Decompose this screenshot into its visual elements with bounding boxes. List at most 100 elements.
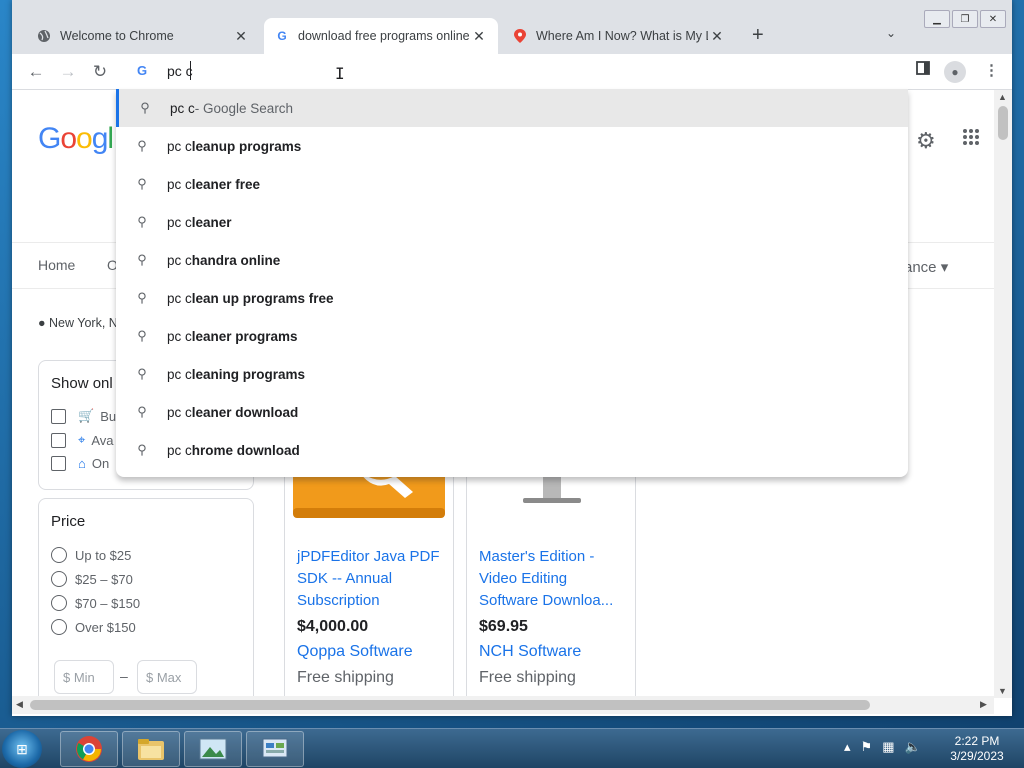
radio-button[interactable] (51, 595, 67, 611)
menu-kebab-icon[interactable]: ⋮ (984, 61, 999, 79)
search-icon: ⚲ (140, 100, 150, 115)
scroll-up-arrow-icon[interactable]: ▲ (998, 92, 1007, 102)
suggestion-typed: pc c (167, 214, 192, 230)
radio-button[interactable] (51, 619, 67, 635)
product-card[interactable]: Master's Edition - Video Editing Softwar… (466, 462, 636, 696)
close-window-button[interactable]: ✕ (980, 10, 1006, 28)
price-option[interactable]: Up to $25 (51, 547, 131, 563)
tab-title: Where Am I Now? What is My Lo (536, 29, 708, 43)
suggestion-item[interactable]: ⚲ pc c hrome download (116, 431, 908, 469)
nav-home-link[interactable]: Home (38, 257, 75, 273)
filter-available[interactable]: ⌖ Ava (51, 432, 114, 448)
start-button[interactable]: ⊞ (2, 730, 42, 768)
suggestion-item[interactable]: ⚲ pc c lean up programs free (116, 279, 908, 317)
tab-welcome[interactable]: Welcome to Chrome ✕ (26, 18, 260, 54)
price-option[interactable]: $70 – $150 (51, 595, 140, 611)
suggestion-item[interactable]: ⚲ pc c leaner programs (116, 317, 908, 355)
checkbox[interactable] (51, 456, 66, 471)
text-caret (190, 61, 191, 80)
suggestion-item[interactable]: ⚲ pc c leaner download (116, 393, 908, 431)
restore-button[interactable]: ❐ (952, 10, 978, 28)
radio-button[interactable] (51, 547, 67, 563)
panel-title: Show onl (51, 375, 113, 392)
price-option[interactable]: $25 – $70 (51, 571, 133, 587)
filter-label: Ava (91, 432, 114, 448)
suggestion-item[interactable]: ⚲ pc c leanup programs (116, 127, 908, 165)
omnibox[interactable]: G pc c (116, 54, 908, 90)
action-center-icon[interactable]: ⚑ (861, 739, 873, 755)
suggestion-typed: pc c (167, 404, 192, 420)
nav-dropdown-partial[interactable]: ance ▾ (904, 258, 948, 276)
suggestion-item[interactable]: ⚲ pc c leaner free (116, 165, 908, 203)
scroll-down-arrow-icon[interactable]: ▼ (998, 686, 1007, 696)
checkbox[interactable] (51, 432, 66, 448)
price-min-input[interactable]: $ Min (54, 660, 114, 694)
checkbox[interactable] (51, 408, 66, 424)
close-icon[interactable]: ✕ (708, 28, 726, 45)
window-controls: ▁ ❐ ✕ (924, 10, 1006, 28)
taskbar-clock[interactable]: 2:22 PM 3/29/2023 (946, 734, 1008, 764)
clock-date: 3/29/2023 (950, 749, 1004, 763)
taskbar-file-explorer[interactable] (122, 731, 180, 767)
product-seller-link[interactable]: Qoppa Software (297, 643, 413, 661)
suggestion-completion: leanup programs (191, 138, 302, 154)
price-max-input[interactable]: $ Max (137, 660, 197, 694)
suggestion-item[interactable]: ⚲ pc c leaning programs (116, 355, 908, 393)
gear-icon[interactable]: ⚙ (916, 128, 936, 154)
scrollbar-thumb[interactable] (998, 106, 1008, 140)
profile-avatar-icon[interactable]: ● (944, 61, 966, 83)
product-seller-link[interactable]: NCH Software (479, 643, 581, 661)
ibeam-cursor-icon: I (335, 64, 345, 83)
filter-on-sale[interactable]: ⌂ On (51, 456, 109, 471)
suggestion-typed: pc c (167, 442, 192, 458)
search-icon: ⚲ (137, 404, 147, 419)
location-text[interactable]: ● New York, N (38, 316, 118, 330)
panel-title: Price (51, 513, 86, 530)
scroll-right-arrow-icon[interactable]: ▶ (980, 699, 987, 710)
network-icon[interactable]: ▦ (882, 739, 894, 755)
search-icon: ⚲ (137, 176, 147, 191)
tab-where-am-i[interactable]: Where Am I Now? What is My Lo ✕ (502, 18, 736, 54)
tab-strip: Welcome to Chrome ✕ G download free prog… (12, 0, 1012, 54)
omnibox-input[interactable]: pc c (167, 63, 193, 79)
suggestion-typed: pc c (167, 176, 192, 192)
horizontal-scrollbar[interactable]: ◀ ▶ (12, 696, 994, 714)
volume-icon[interactable]: 🔈 (904, 739, 920, 755)
apps-grid-icon[interactable] (962, 128, 980, 152)
suggestion-item[interactable]: ⚲ pc c leaner (116, 203, 908, 241)
taskbar-control-panel[interactable] (246, 731, 304, 767)
radio-button[interactable] (51, 571, 67, 587)
reload-button[interactable]: ↻ (88, 60, 112, 84)
minimize-button[interactable]: ▁ (924, 10, 950, 28)
suggestion-typed: pc c (167, 252, 192, 268)
product-price: $69.95 (479, 618, 528, 635)
price-option-label: Up to $25 (75, 547, 132, 563)
back-button[interactable]: ← (24, 60, 48, 84)
tab-search-button[interactable]: ⌄ (886, 26, 896, 40)
side-panel-icon[interactable] (916, 61, 930, 79)
tray-expand-icon[interactable]: ▴ (844, 739, 851, 755)
product-card[interactable]: jPDFEditor Java PDF SDK -- Annual Subscr… (284, 462, 454, 696)
close-icon[interactable]: ✕ (232, 28, 250, 45)
scrollbar-thumb[interactable] (30, 700, 870, 710)
filter-buy[interactable]: 🛒 Bu (51, 408, 116, 424)
taskbar-picture-viewer[interactable] (184, 731, 242, 767)
suggestion-typed: pc c (167, 290, 192, 306)
new-tab-button[interactable]: + (752, 24, 764, 47)
suggestion-completion: hrome download (191, 442, 300, 458)
close-icon[interactable]: ✕ (470, 28, 488, 45)
suggestion-item[interactable]: ⚲ pc c - Google Search (116, 89, 908, 127)
price-option-label: Over $150 (75, 619, 136, 635)
scroll-left-arrow-icon[interactable]: ◀ (16, 699, 23, 710)
product-title-link[interactable]: Master's Edition - Video Editing Softwar… (479, 546, 629, 612)
google-logo[interactable]: Googl (38, 122, 114, 156)
taskbar-chrome[interactable] (60, 731, 118, 767)
forward-button[interactable]: → (56, 60, 80, 84)
product-title-link[interactable]: jPDFEditor Java PDF SDK -- Annual Subscr… (297, 546, 447, 612)
clock-time: 2:22 PM (954, 734, 1000, 748)
price-option[interactable]: Over $150 (51, 619, 136, 635)
google-icon: G (277, 29, 287, 43)
suggestion-item[interactable]: ⚲ pc c handra online (116, 241, 908, 279)
vertical-scrollbar[interactable]: ▲ ▼ (994, 90, 1012, 698)
tab-download-programs[interactable]: G download free programs online - ✕ (264, 18, 498, 54)
